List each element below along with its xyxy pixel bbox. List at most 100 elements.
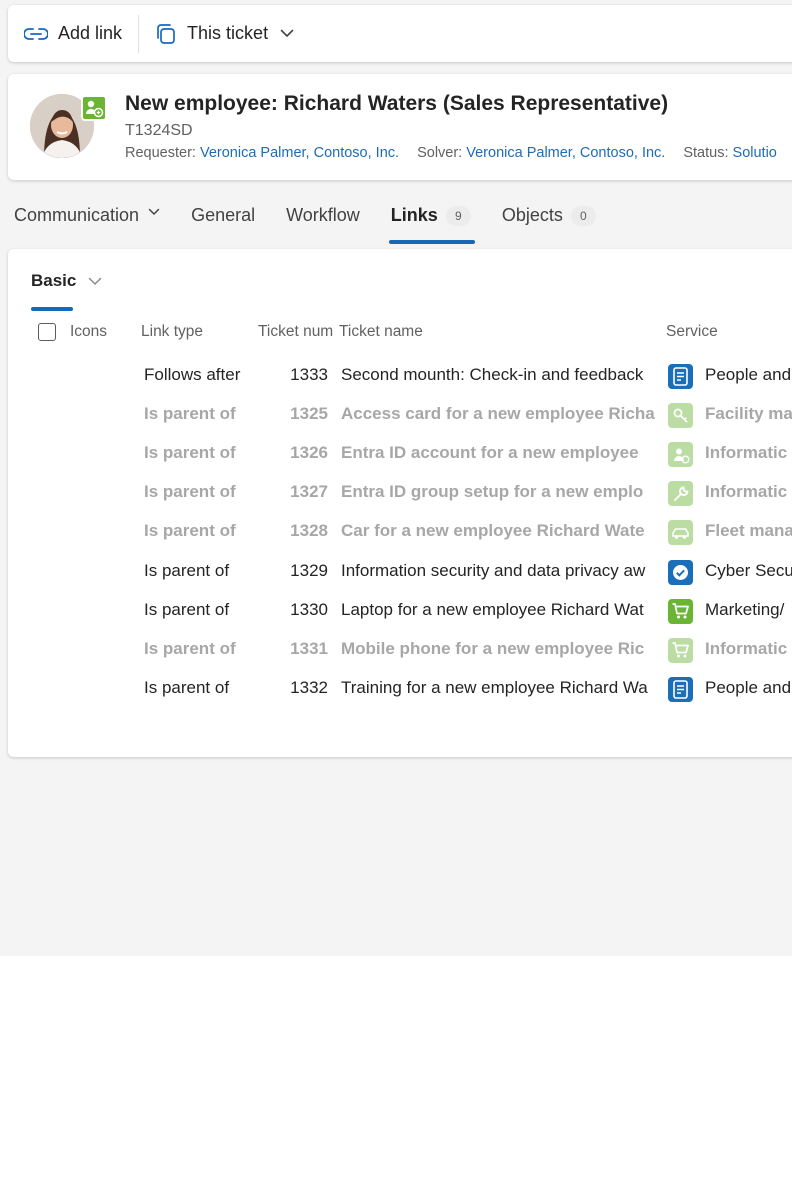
link-type-cell: Is parent of <box>144 443 236 463</box>
scope-dropdown[interactable]: This ticket <box>139 5 310 62</box>
table-row[interactable]: Is parent of 1329 Information security and… <box>8 553 792 592</box>
ticket-id: T1324SD <box>125 122 193 139</box>
links-count-badge: 9 <box>445 206 471 226</box>
ticket-num-cell: 1328 <box>290 521 328 541</box>
link-type-cell: Is parent of <box>144 404 236 424</box>
select-all-checkbox[interactable] <box>38 323 56 341</box>
requester-label: Requester: <box>125 145 196 161</box>
tab-label: Objects <box>501 205 563 225</box>
ticket-name-cell[interactable]: Information security and data privacy aw <box>341 561 663 581</box>
ticket-num-cell: 1325 <box>290 404 328 424</box>
person-add-icon <box>668 442 693 468</box>
service-cell: Facility ma <box>705 404 792 424</box>
solver-label: Solver: <box>417 145 463 161</box>
view-label: Basic <box>31 271 77 290</box>
links-panel: Basic Icons Link type Ticket num Ticket … <box>8 249 792 757</box>
car-icon <box>668 520 693 546</box>
service-cell: People and <box>705 365 792 384</box>
service-cell: Informatic <box>705 638 788 658</box>
ticket-num-cell: 1329 <box>290 560 328 580</box>
wrench-icon <box>668 481 693 507</box>
table-row[interactable]: Is parent of 1330 Laptop for a new employe… <box>8 592 792 631</box>
service-cell: Marketing/ <box>705 599 785 619</box>
service-cell: Cyber Secu <box>705 560 792 580</box>
tab-label: General <box>191 205 256 225</box>
ticket-num-cell: 1332 <box>290 677 328 697</box>
tab-links[interactable]: Links 9 <box>388 196 475 244</box>
table-row[interactable]: Is parent of 1326 Entra ID account for a n… <box>8 435 792 474</box>
add-link-label: Add link <box>58 23 123 43</box>
service-cell: Informatic <box>705 482 788 502</box>
solver-link[interactable]: Veronica Palmer, Contoso, Inc. <box>466 145 665 161</box>
ticket-meta: Requester: Veronica Palmer, Contoso, Inc… <box>125 145 777 161</box>
requester-link[interactable]: Veronica Palmer, Contoso, Inc. <box>200 145 399 161</box>
chevron-down-icon <box>148 208 160 216</box>
objects-count-badge: 0 <box>570 206 596 226</box>
col-service[interactable]: Service <box>666 323 718 341</box>
copy-icon <box>155 23 177 45</box>
link-type-cell: Follows after <box>144 365 241 384</box>
tab-communication[interactable]: Communication <box>14 196 160 244</box>
table-row[interactable]: Is parent of 1331 Mobile phone for a new e… <box>8 631 792 670</box>
tab-bar: Communication General Workflow Links 9 O… <box>14 196 627 244</box>
col-ticket-num[interactable]: Ticket num <box>258 323 333 341</box>
table-row[interactable]: Is parent of 1328 Car for a new employee R… <box>8 513 792 552</box>
view-underline <box>31 307 73 311</box>
shield-check-icon <box>668 559 693 585</box>
ticket-name-cell[interactable]: Second mounth: Check-in and feedback <box>341 365 663 385</box>
link-type-cell: Is parent of <box>144 482 236 502</box>
ticket-num-cell: 1331 <box>290 638 328 658</box>
ticket-name-cell[interactable]: Car for a new employee Richard Wate <box>341 521 663 541</box>
key-icon <box>668 403 693 429</box>
link-type-cell: Is parent of <box>144 599 230 619</box>
scope-label: This ticket <box>187 23 269 43</box>
chevron-down-icon <box>88 277 102 286</box>
active-tab-indicator <box>388 240 475 244</box>
ticket-name-cell[interactable]: Entra ID account for a new employee <box>341 443 663 463</box>
link-type-cell: Is parent of <box>144 677 230 697</box>
chevron-down-icon <box>280 29 294 38</box>
cart-icon <box>668 598 693 624</box>
link-type-cell: Is parent of <box>144 560 230 580</box>
status-link[interactable]: Solutio <box>733 145 777 161</box>
ticket-num-cell: 1330 <box>290 599 328 619</box>
person-badge-icon <box>81 95 107 121</box>
table-row[interactable]: Is parent of 1332 Training for a new emplo… <box>8 670 792 709</box>
table-row[interactable]: Is parent of 1325 Access card for a new em… <box>8 396 792 435</box>
service-cell: Fleet mana <box>705 521 792 541</box>
ticket-num-cell: 1327 <box>290 482 328 502</box>
add-link-button[interactable]: Add link <box>8 5 138 62</box>
tab-label: Communication <box>14 205 140 225</box>
document-icon <box>668 676 693 702</box>
link-icon <box>24 27 48 41</box>
col-ticket-name[interactable]: Ticket name <box>339 323 423 341</box>
document-icon <box>668 364 693 389</box>
tab-label: Links <box>390 205 438 225</box>
col-icons[interactable]: Icons <box>70 323 107 341</box>
ticket-title: New employee: Richard Waters (Sales Repr… <box>125 92 669 115</box>
tab-label: Workflow <box>286 205 360 225</box>
app-window: Add link This ticket New employee: Richa… <box>0 0 792 956</box>
ticket-name-cell[interactable]: Laptop for a new employee Richard Wat <box>341 600 663 620</box>
status-label: Status: <box>683 145 729 161</box>
view-selector[interactable]: Basic <box>31 271 102 291</box>
ticket-header: New employee: Richard Waters (Sales Repr… <box>8 74 792 180</box>
toolbar: Add link This ticket <box>8 5 792 62</box>
ticket-name-cell[interactable]: Training for a new employee Richard Wa <box>341 678 663 698</box>
ticket-name-cell[interactable]: Mobile phone for a new employee Ric <box>341 639 663 659</box>
ticket-name-cell[interactable]: Access card for a new employee Richa <box>341 404 663 424</box>
col-link-type[interactable]: Link type <box>141 323 203 341</box>
tab-general[interactable]: General <box>191 196 255 244</box>
table-row[interactable]: Follows after 1333 Second mounth: Check-in… <box>8 357 792 396</box>
table-row[interactable]: Is parent of 1327 Entra ID group setup for… <box>8 474 792 513</box>
cart-icon <box>668 637 693 663</box>
link-type-cell: Is parent of <box>144 638 236 658</box>
link-type-cell: Is parent of <box>144 521 236 541</box>
ticket-num-cell: 1326 <box>290 443 328 463</box>
tab-workflow[interactable]: Workflow <box>286 196 360 244</box>
service-cell: Informatic <box>705 443 788 463</box>
tab-objects[interactable]: Objects 0 <box>502 196 596 244</box>
ticket-num-cell: 1333 <box>290 365 328 384</box>
table-header: Icons Link type Ticket num Ticket name S… <box>8 321 792 345</box>
ticket-name-cell[interactable]: Entra ID group setup for a new emplo <box>341 482 663 502</box>
